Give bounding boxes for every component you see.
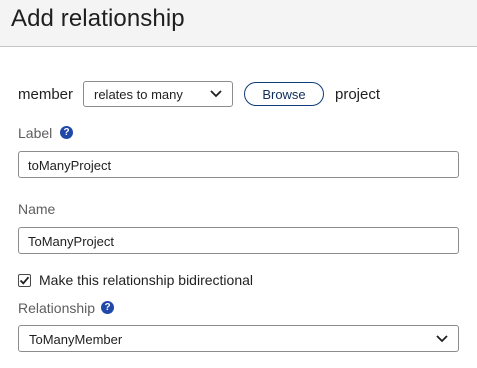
dialog-header: Add relationship: [0, 0, 477, 47]
help-icon[interactable]: ?: [60, 126, 73, 139]
bidirectional-checkbox[interactable]: [18, 274, 31, 287]
name-field-label: Name: [18, 201, 56, 217]
cardinality-value: relates to many: [94, 87, 183, 102]
inverse-relationship-value: ToManyMember: [29, 332, 123, 347]
chevron-down-icon: [210, 90, 222, 98]
target-entity-label: project: [335, 86, 381, 103]
chevron-down-icon: [436, 335, 448, 343]
relationship-field-label: Relationship: [18, 300, 96, 316]
checkmark-icon: [19, 276, 30, 285]
label-field-label: Label: [18, 125, 53, 141]
inverse-relationship-select[interactable]: ToManyMember: [18, 325, 459, 352]
name-input[interactable]: ToManyProject: [18, 227, 459, 254]
browse-button-label: Browse: [262, 87, 306, 102]
bidirectional-label: Make this relationship bidirectional: [39, 272, 253, 288]
source-entity-label: member: [18, 86, 74, 103]
relationship-row: member relates to many Browse project: [18, 81, 477, 107]
name-input-value: ToManyProject: [28, 234, 114, 249]
help-icon[interactable]: ?: [101, 301, 114, 314]
browse-button[interactable]: Browse: [244, 82, 324, 106]
cardinality-select[interactable]: relates to many: [83, 81, 233, 107]
label-input[interactable]: toManyProject: [18, 151, 459, 178]
dialog-title: Add relationship: [11, 5, 185, 32]
label-input-value: toManyProject: [28, 158, 112, 173]
